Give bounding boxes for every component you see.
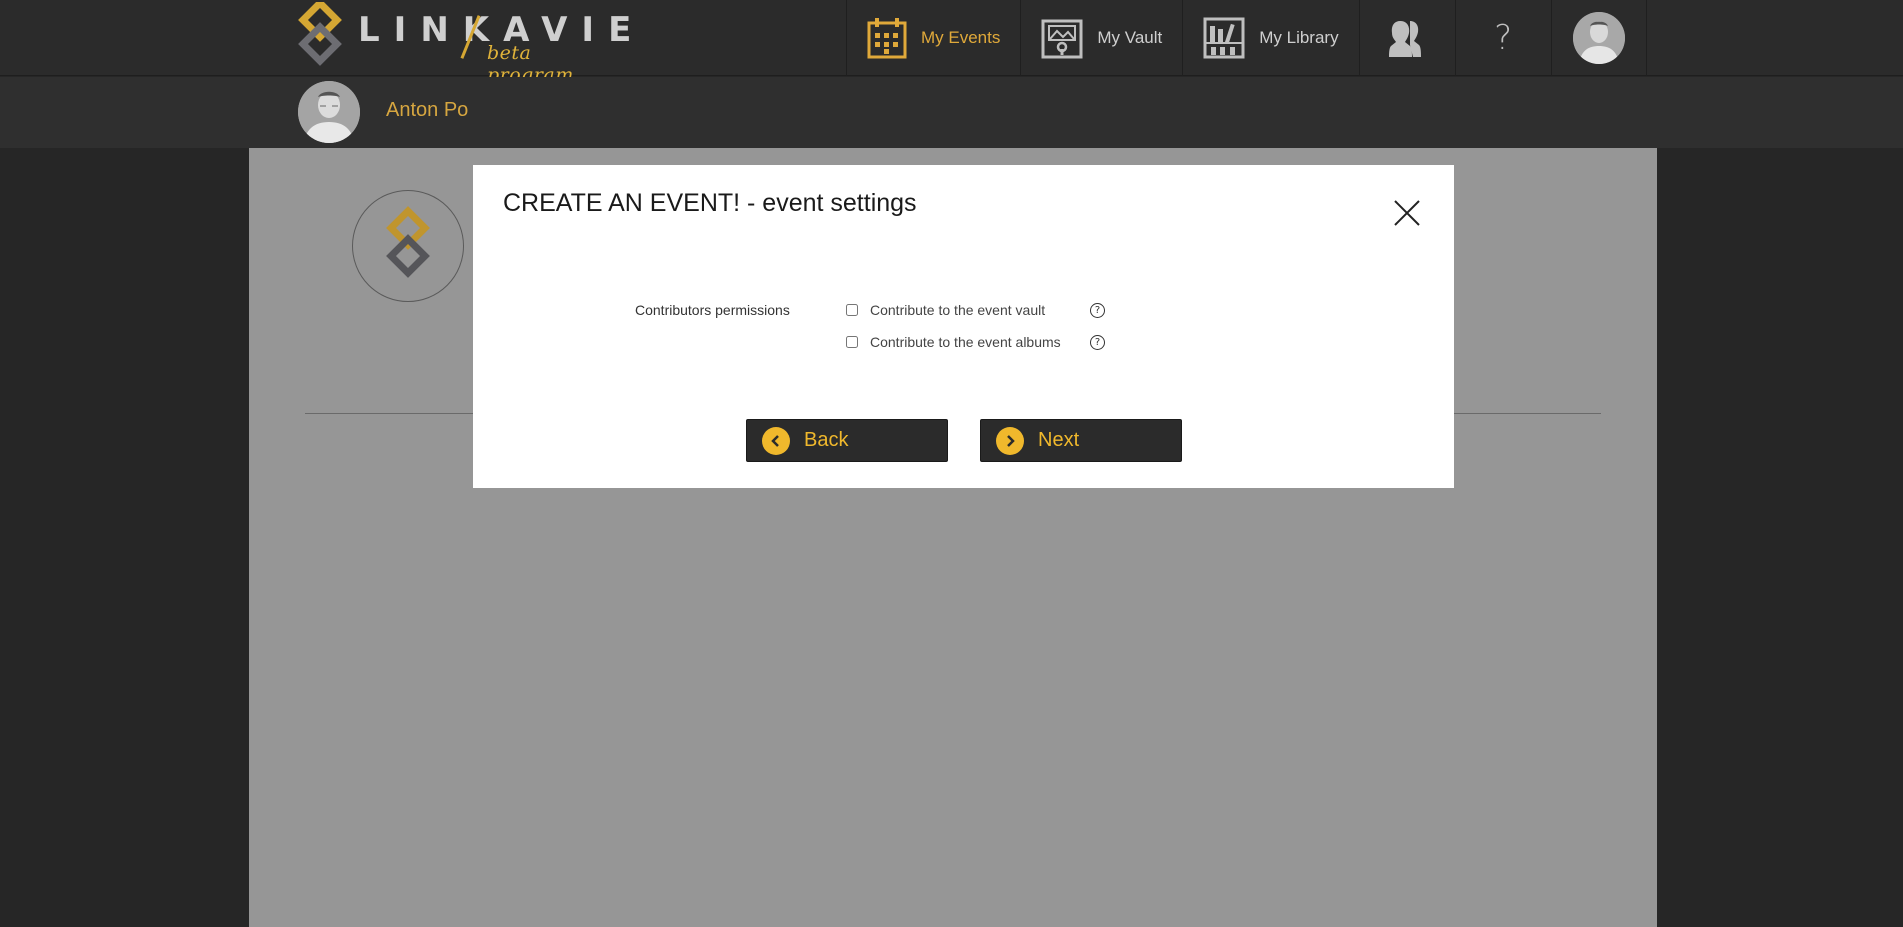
user-avatar[interactable]	[298, 81, 360, 143]
calendar-icon	[867, 17, 907, 59]
event-logo-placeholder	[352, 190, 464, 302]
next-button-label: Next	[1038, 429, 1080, 451]
modal-title: CREATE AN EVENT! - event settings	[503, 189, 917, 217]
nav-help[interactable]: ?	[1454, 0, 1551, 76]
nav-my-vault-label: My Vault	[1097, 28, 1163, 47]
back-button[interactable]: Back	[746, 419, 948, 462]
user-header: Anton Po	[0, 77, 1903, 148]
help-icon: ?	[1494, 18, 1513, 58]
profile-avatar	[1572, 12, 1625, 64]
nav-my-events[interactable]: My Events	[846, 0, 1020, 76]
help-vault-icon[interactable]: ?	[1090, 303, 1105, 318]
user-name[interactable]: Anton Po	[386, 99, 468, 122]
nav-my-library-label: My Library	[1259, 28, 1339, 47]
nav-my-events-label: My Events	[921, 28, 1001, 47]
nav-my-vault[interactable]: My Vault	[1020, 0, 1182, 76]
permission-albums-row: Contribute to the event albums	[846, 334, 1061, 350]
permission-vault-row: Contribute to the event vault	[846, 302, 1045, 318]
nav-profile[interactable]	[1550, 0, 1647, 76]
contribute-albums-checkbox[interactable]	[846, 336, 858, 348]
contacts-icon	[1386, 17, 1428, 59]
event-logo-icon	[386, 206, 430, 278]
nav-my-library[interactable]: My Library	[1182, 0, 1358, 76]
contribute-albums-label: Contribute to the event albums	[870, 334, 1061, 350]
contributors-permissions-label: Contributors permissions	[635, 302, 790, 318]
contribute-vault-checkbox[interactable]	[846, 304, 858, 316]
library-icon	[1203, 17, 1245, 59]
linkavie-logo[interactable]: LINKAVIE beta program	[296, 0, 631, 86]
vault-icon	[1041, 17, 1083, 59]
create-event-modal: CREATE AN EVENT! - event settings Contri…	[473, 165, 1454, 488]
close-icon	[1394, 200, 1420, 226]
logo-mark-icon	[298, 2, 342, 66]
main-nav: My Events My Vault My Library ?	[846, 0, 1647, 76]
back-button-label: Back	[804, 429, 849, 451]
contribute-vault-label: Contribute to the event vault	[870, 302, 1046, 318]
chevron-right-icon	[996, 426, 1024, 455]
close-button[interactable]	[1393, 199, 1421, 227]
help-albums-icon[interactable]: ?	[1090, 335, 1105, 350]
nav-contacts[interactable]	[1358, 0, 1455, 76]
chevron-left-icon	[762, 426, 790, 455]
top-navigation-bar: LINKAVIE beta program My Events My Vault…	[0, 0, 1903, 86]
next-button[interactable]: Next	[980, 419, 1182, 462]
